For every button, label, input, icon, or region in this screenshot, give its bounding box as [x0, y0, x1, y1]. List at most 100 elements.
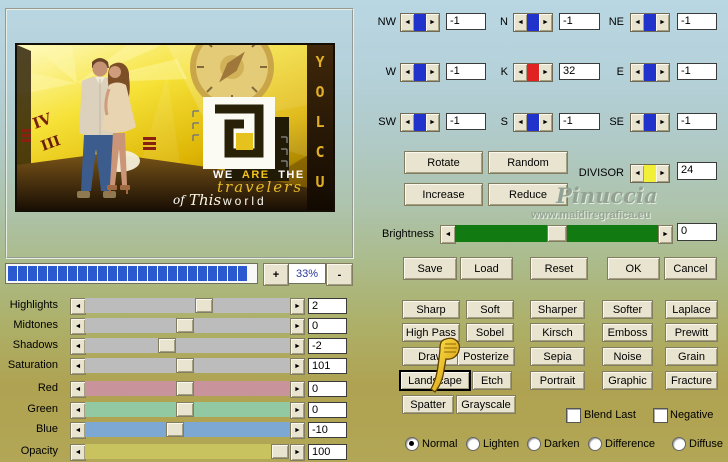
saturation-decrease-button[interactable]: ◄	[70, 358, 86, 375]
sharp-filter-button[interactable]: Sharp	[402, 300, 460, 319]
saturation-increase-button[interactable]: ►	[290, 358, 305, 375]
zoom-progress-bar[interactable]	[5, 263, 258, 284]
kernel-ne-value[interactable]: -1	[677, 13, 717, 30]
brightness-slider-thumb[interactable]	[546, 225, 567, 242]
lighten-radio[interactable]	[466, 437, 480, 451]
blue-decrease-button[interactable]: ◄	[70, 422, 86, 439]
opacity-increase-button[interactable]: ►	[290, 444, 305, 461]
graphic-filter-button[interactable]: Graphic	[602, 371, 653, 390]
red-slider-track[interactable]	[85, 381, 290, 396]
increase-button[interactable]: Increase	[404, 183, 483, 206]
midtones-decrease-button[interactable]: ◄	[70, 318, 86, 335]
kernel-s-spinner[interactable]: ◄ ►	[513, 113, 553, 132]
blue-value[interactable]: -10	[308, 422, 347, 438]
blend-last-checkbox[interactable]	[566, 408, 581, 423]
sharper-filter-button[interactable]: Sharper	[530, 300, 585, 319]
kernel-e-value[interactable]: -1	[677, 63, 717, 80]
opacity-value[interactable]: 100	[308, 444, 347, 460]
posterize-filter-button[interactable]: Posterize	[457, 347, 515, 366]
divisor-value[interactable]: 24	[677, 162, 717, 180]
reset-button[interactable]: Reset	[530, 257, 588, 280]
kernel-se-value[interactable]: -1	[677, 113, 717, 130]
kernel-e-spinner[interactable]: ◄ ►	[630, 63, 670, 82]
w-decrease-arrow[interactable]: ◄	[401, 64, 414, 81]
highlights-slider-track[interactable]	[85, 298, 290, 313]
laplace-filter-button[interactable]: Laplace	[665, 300, 718, 319]
nw-decrease-arrow[interactable]: ◄	[401, 14, 414, 31]
kernel-w-spinner[interactable]: ◄ ►	[400, 63, 440, 82]
green-slider-track[interactable]	[85, 402, 290, 417]
kernel-n-spinner[interactable]: ◄ ►	[513, 13, 553, 32]
noise-filter-button[interactable]: Noise	[602, 347, 653, 366]
brightness-slider-track[interactable]	[455, 225, 658, 242]
draw-filter-button[interactable]: Draw	[402, 347, 460, 366]
e-decrease-arrow[interactable]: ◄	[631, 64, 644, 81]
se-increase-arrow[interactable]: ►	[656, 114, 669, 131]
random-button[interactable]: Random	[488, 151, 568, 174]
grayscale-filter-button[interactable]: Grayscale	[456, 395, 516, 414]
shadows-increase-button[interactable]: ►	[290, 338, 305, 355]
zoom-out-button[interactable]: -	[326, 263, 353, 286]
load-button[interactable]: Load	[460, 257, 513, 280]
shadows-value[interactable]: -2	[308, 338, 347, 354]
saturation-slider-track[interactable]	[85, 358, 290, 373]
high-pass-filter-button[interactable]: High Pass	[402, 323, 460, 342]
divisor-decrease-arrow[interactable]: ◄	[631, 165, 644, 182]
highlights-slider-thumb[interactable]	[194, 298, 213, 313]
divisor-increase-arrow[interactable]: ►	[656, 165, 669, 182]
kirsch-filter-button[interactable]: Kirsch	[530, 323, 585, 342]
red-value[interactable]: 0	[308, 381, 347, 397]
saturation-value[interactable]: 101	[308, 358, 347, 374]
softer-filter-button[interactable]: Softer	[602, 300, 653, 319]
ne-increase-arrow[interactable]: ►	[656, 14, 669, 31]
sw-increase-arrow[interactable]: ►	[426, 114, 439, 131]
red-decrease-button[interactable]: ◄	[70, 381, 86, 398]
fracture-filter-button[interactable]: Fracture	[665, 371, 718, 390]
midtones-slider-track[interactable]	[85, 318, 290, 333]
zoom-in-button[interactable]: +	[263, 263, 289, 286]
grain-filter-button[interactable]: Grain	[665, 347, 718, 366]
shadows-slider-thumb[interactable]	[158, 338, 176, 353]
blue-slider-thumb[interactable]	[166, 422, 185, 437]
red-increase-button[interactable]: ►	[290, 381, 305, 398]
green-increase-button[interactable]: ►	[290, 402, 305, 419]
opacity-slider-track[interactable]	[85, 444, 290, 459]
difference-radio[interactable]	[588, 437, 602, 451]
shadows-decrease-button[interactable]: ◄	[70, 338, 86, 355]
preview-image[interactable]: IV III WE ARE THE travelers of This worl…	[15, 25, 335, 212]
save-button[interactable]: Save	[403, 257, 457, 280]
green-slider-thumb[interactable]	[176, 402, 195, 417]
ne-decrease-arrow[interactable]: ◄	[631, 14, 644, 31]
normal-radio[interactable]	[405, 437, 419, 451]
cancel-button[interactable]: Cancel	[664, 257, 717, 280]
sw-decrease-arrow[interactable]: ◄	[401, 114, 414, 131]
negative-checkbox[interactable]	[653, 408, 668, 423]
landscape-filter-button[interactable]: Landscape	[400, 371, 470, 390]
emboss-filter-button[interactable]: Emboss	[602, 323, 653, 342]
highlights-increase-button[interactable]: ►	[290, 298, 305, 315]
midtones-increase-button[interactable]: ►	[290, 318, 305, 335]
opacity-decrease-button[interactable]: ◄	[70, 444, 86, 461]
divisor-spinner[interactable]: ◄ ►	[630, 164, 670, 183]
ok-button[interactable]: OK	[607, 257, 660, 280]
brightness-decrease-button[interactable]: ◄	[440, 225, 456, 244]
rotate-button[interactable]: Rotate	[404, 151, 483, 174]
green-value[interactable]: 0	[308, 402, 347, 418]
shadows-slider-track[interactable]	[85, 338, 290, 353]
opacity-slider-thumb[interactable]	[270, 444, 289, 459]
midtones-value[interactable]: 0	[308, 318, 347, 334]
blue-slider-track[interactable]	[85, 422, 290, 437]
n-increase-arrow[interactable]: ►	[539, 14, 552, 31]
n-decrease-arrow[interactable]: ◄	[514, 14, 527, 31]
w-increase-arrow[interactable]: ►	[426, 64, 439, 81]
green-decrease-button[interactable]: ◄	[70, 402, 86, 419]
brightness-increase-button[interactable]: ►	[658, 225, 673, 244]
kernel-se-spinner[interactable]: ◄ ►	[630, 113, 670, 132]
kernel-ne-spinner[interactable]: ◄ ►	[630, 13, 670, 32]
kernel-k-spinner[interactable]: ◄ ►	[513, 63, 553, 82]
blue-increase-button[interactable]: ►	[290, 422, 305, 439]
midtones-slider-thumb[interactable]	[176, 318, 195, 333]
kernel-nw-spinner[interactable]: ◄ ►	[400, 13, 440, 32]
s-increase-arrow[interactable]: ►	[539, 114, 552, 131]
kernel-sw-spinner[interactable]: ◄ ►	[400, 113, 440, 132]
